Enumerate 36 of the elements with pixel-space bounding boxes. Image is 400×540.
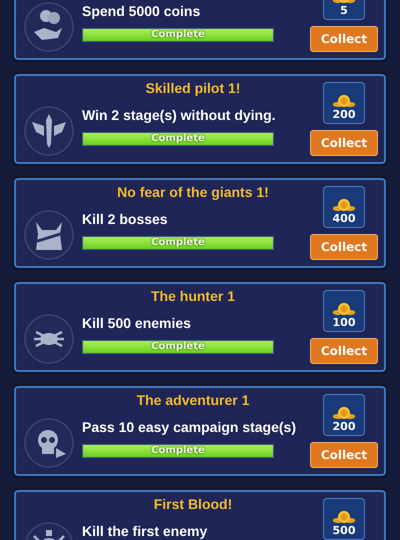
coins-icon [331, 94, 357, 108]
achievement-title: Skilled pilot 1! [144, 79, 242, 98]
coins-icon [331, 510, 357, 524]
progress-label: Complete [150, 29, 206, 41]
horned-helmet-icon [24, 210, 74, 260]
achievement-title: No fear of the giants 1! [116, 183, 270, 202]
reward-box: 200 [323, 394, 365, 436]
achievement-description: Pass 10 easy campaign stage(s) [82, 419, 298, 435]
progress-label: Complete [150, 341, 206, 353]
bug-icon [24, 314, 74, 364]
reward-box: 5 [323, 0, 365, 20]
coins-icon [331, 198, 357, 212]
reward-box: 400 [323, 186, 365, 228]
achievement-description: Win 2 stage(s) without dying. [82, 107, 277, 123]
progress-label: Complete [150, 237, 206, 249]
reward-box: 500 [323, 498, 365, 540]
collect-button[interactable]: Collect [310, 26, 378, 52]
winged-sword-icon [24, 106, 74, 156]
achievement-description: Kill 500 enemies [82, 315, 192, 331]
coins-icon [331, 302, 357, 316]
achievement-description: Kill the first enemy [82, 523, 208, 539]
achievement-description: Kill 2 bosses [82, 211, 169, 227]
collect-button[interactable]: Collect [310, 234, 378, 260]
skull-icon [24, 418, 74, 468]
progress-label: Complete [150, 133, 206, 145]
reward-box: 100 [323, 290, 365, 332]
collect-button[interactable]: Collect [310, 338, 378, 364]
reward-box: 200 [323, 82, 365, 124]
achievement-title: The hunter 1 [150, 287, 236, 306]
progress-label: Complete [150, 445, 206, 457]
collect-button[interactable]: Collect [310, 442, 378, 468]
achievement-description: Spend 5000 coins [82, 3, 202, 19]
achievement-title: The adventurer 1 [136, 391, 250, 410]
collect-button[interactable]: Collect [310, 130, 378, 156]
coins-icon [331, 406, 357, 420]
achievement-title: First Blood! [152, 495, 234, 514]
